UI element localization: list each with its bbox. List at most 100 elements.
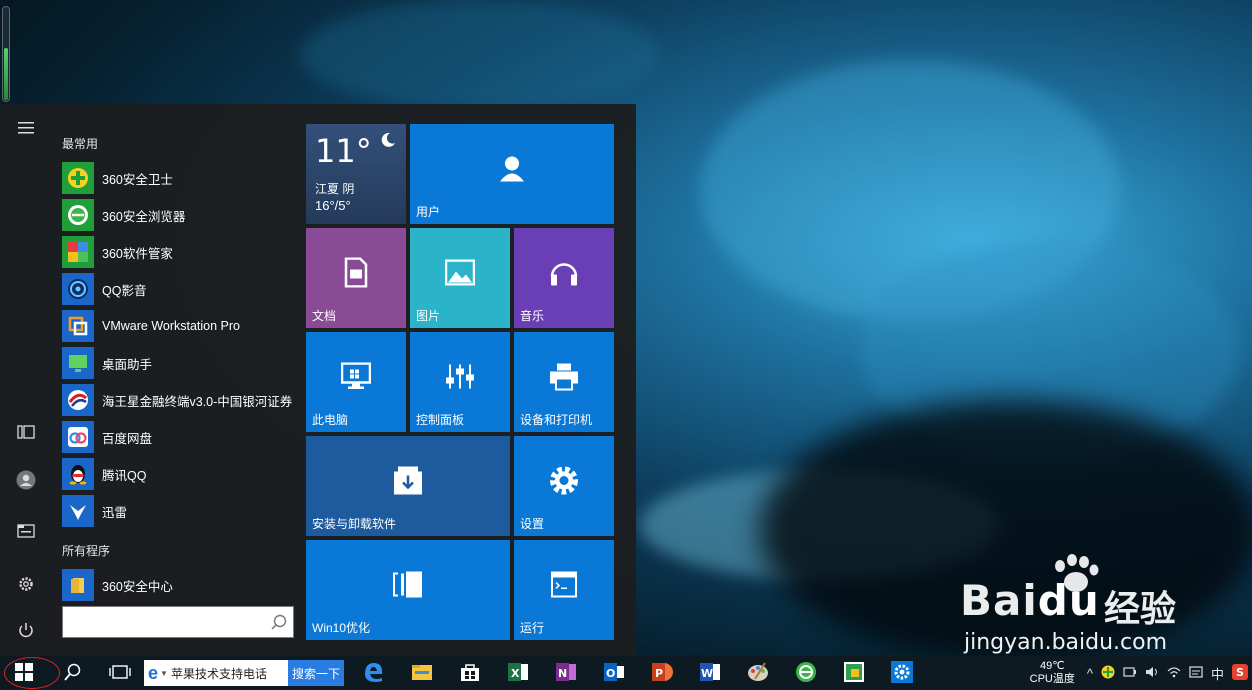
app-item-vmware[interactable]: VMware Workstation Pro xyxy=(62,309,302,343)
sogou-ime-icon[interactable]: S xyxy=(1232,663,1248,683)
360-tray-icon[interactable] xyxy=(1101,665,1115,682)
edge-icon xyxy=(362,661,384,686)
svg-text:X: X xyxy=(511,667,520,680)
xunlei-icon xyxy=(62,495,94,527)
start-search-input[interactable] xyxy=(62,606,294,638)
paint-icon xyxy=(747,661,769,686)
ie-address-bar[interactable]: e ▼ 苹果技术支持电话 xyxy=(144,660,288,686)
svg-text:S: S xyxy=(1236,666,1244,679)
tile-win10-optimize[interactable]: Win10优化 xyxy=(306,540,510,640)
tile-this-pc[interactable]: 此电脑 xyxy=(306,332,406,432)
baidu-jingyan-watermark: Baidu 经验 jingyan.baidu.com xyxy=(958,552,1248,662)
tile-control-panel[interactable]: 控制面板 xyxy=(410,332,510,432)
taskbar-paint[interactable] xyxy=(734,656,782,690)
moon-icon xyxy=(380,132,396,151)
taskbar-excel[interactable]: X xyxy=(494,656,542,690)
file-explorer-icon xyxy=(411,663,433,684)
taskbar-store[interactable] xyxy=(446,656,494,690)
tencent-qq-icon xyxy=(62,458,94,490)
app-item-360-safe-guard[interactable]: 360安全卫士 xyxy=(62,161,302,195)
system-tray: 49℃ CPU温度 ^ 中 S xyxy=(1030,656,1252,690)
ie-icon: e xyxy=(148,662,159,683)
taskbar: e ▼ 苹果技术支持电话 搜索一下 X N O P W 49℃ CPU温度 ^ … xyxy=(0,656,1252,690)
settings-gear-icon[interactable] xyxy=(14,572,38,596)
360-browser-icon xyxy=(795,661,817,686)
chevron-up-icon[interactable]: ^ xyxy=(1087,666,1093,681)
tablet-mode-icon[interactable] xyxy=(14,420,38,444)
tile-user[interactable]: 用户 xyxy=(410,124,614,224)
all-programs-heading: 所有程序 xyxy=(62,544,111,558)
monitor-icon xyxy=(340,362,372,394)
app-item-xunlei[interactable]: 迅雷 xyxy=(62,494,302,528)
wifi-icon[interactable] xyxy=(1167,666,1181,681)
neptune-finance-icon xyxy=(62,384,94,416)
app-item-neptune-finance[interactable]: 海王星金融终端v3.0-中国银河证券 xyxy=(62,383,302,417)
sliders-icon xyxy=(445,363,475,394)
most-used-heading: 最常用 xyxy=(62,137,99,151)
360-software-manager-icon xyxy=(62,236,94,268)
taskbar-word[interactable]: W xyxy=(686,656,734,690)
app-item-360-software-manager[interactable]: 360软件管家 xyxy=(62,235,302,269)
side-gauge-widget xyxy=(2,6,10,102)
settings-gear-icon xyxy=(891,660,913,686)
install-box-icon xyxy=(393,466,423,499)
hamburger-icon[interactable] xyxy=(14,116,38,140)
start-button-highlight-circle xyxy=(4,657,60,689)
360-browser-icon xyxy=(62,199,94,231)
360-safe-guard-icon xyxy=(62,162,94,194)
start-menu: 最常用 360安全卫士 360安全浏览器 360软件管家 QQ影音 VMware… xyxy=(0,104,636,656)
tile-devices-printers[interactable]: 设备和打印机 xyxy=(514,332,614,432)
app-item-360-browser[interactable]: 360安全浏览器 xyxy=(62,198,302,232)
cpu-temperature[interactable]: 49℃ CPU温度 xyxy=(1030,660,1075,686)
start-menu-rail xyxy=(0,104,52,656)
app-item-desktop-assistant[interactable]: 桌面助手 xyxy=(62,346,302,380)
qq-player-icon xyxy=(62,273,94,305)
action-center-icon[interactable] xyxy=(1189,665,1203,681)
taskbar-360-browser[interactable] xyxy=(782,656,830,690)
volume-icon[interactable] xyxy=(1145,666,1159,681)
app-item-tencent-qq[interactable]: 腾讯QQ xyxy=(62,457,302,491)
document-icon xyxy=(343,257,369,291)
app-item-baidu-netdisk[interactable]: 百度网盘 xyxy=(62,420,302,454)
search-icon xyxy=(63,663,81,684)
optimize-icon xyxy=(392,571,424,602)
task-view-icon xyxy=(109,664,131,683)
svg-text:N: N xyxy=(558,667,567,680)
excel-icon: X xyxy=(507,662,529,685)
app-list: 最常用 360安全卫士 360安全浏览器 360软件管家 QQ影音 VMware… xyxy=(52,104,302,656)
folder-icon xyxy=(62,569,94,601)
user-avatar-icon[interactable] xyxy=(14,468,38,492)
tile-weather[interactable]: 11° 江夏 阴 16°/5° xyxy=(306,124,406,224)
svg-text:P: P xyxy=(655,667,663,680)
svg-text:W: W xyxy=(701,667,713,680)
taskbar-photos[interactable] xyxy=(830,656,878,690)
tile-documents[interactable]: 文档 xyxy=(306,228,406,328)
taskbar-outlook[interactable]: O xyxy=(590,656,638,690)
search-icon xyxy=(271,614,287,630)
app-item-qq-player[interactable]: QQ影音 xyxy=(62,272,302,306)
picture-icon xyxy=(444,259,476,289)
taskbar-file-explorer[interactable] xyxy=(398,656,446,690)
desktop-assistant-icon xyxy=(62,347,94,379)
taskbar-settings[interactable] xyxy=(878,656,926,690)
powerpoint-icon: P xyxy=(651,661,673,686)
onenote-icon: N xyxy=(555,662,577,685)
task-view-button[interactable] xyxy=(96,656,144,690)
store-icon xyxy=(460,662,480,685)
network-icon[interactable] xyxy=(1123,666,1137,681)
tile-install-uninstall[interactable]: 安装与卸载软件 xyxy=(306,436,510,536)
word-icon: W xyxy=(699,662,721,685)
taskbar-onenote[interactable]: N xyxy=(542,656,590,690)
file-explorer-icon[interactable] xyxy=(14,518,38,542)
tile-run[interactable]: 运行 xyxy=(514,540,614,640)
tile-pictures[interactable]: 图片 xyxy=(410,228,510,328)
taskbar-edge[interactable] xyxy=(348,656,398,690)
vmware-icon xyxy=(62,310,94,342)
ime-indicator[interactable]: 中 xyxy=(1211,664,1224,683)
tile-settings[interactable]: 设置 xyxy=(514,436,614,536)
tile-music[interactable]: 音乐 xyxy=(514,228,614,328)
app-item-360-security-center[interactable]: 360安全中心 xyxy=(62,568,302,602)
ie-search-button[interactable]: 搜索一下 xyxy=(288,660,344,686)
power-icon[interactable] xyxy=(14,618,38,642)
taskbar-powerpoint[interactable]: P xyxy=(638,656,686,690)
